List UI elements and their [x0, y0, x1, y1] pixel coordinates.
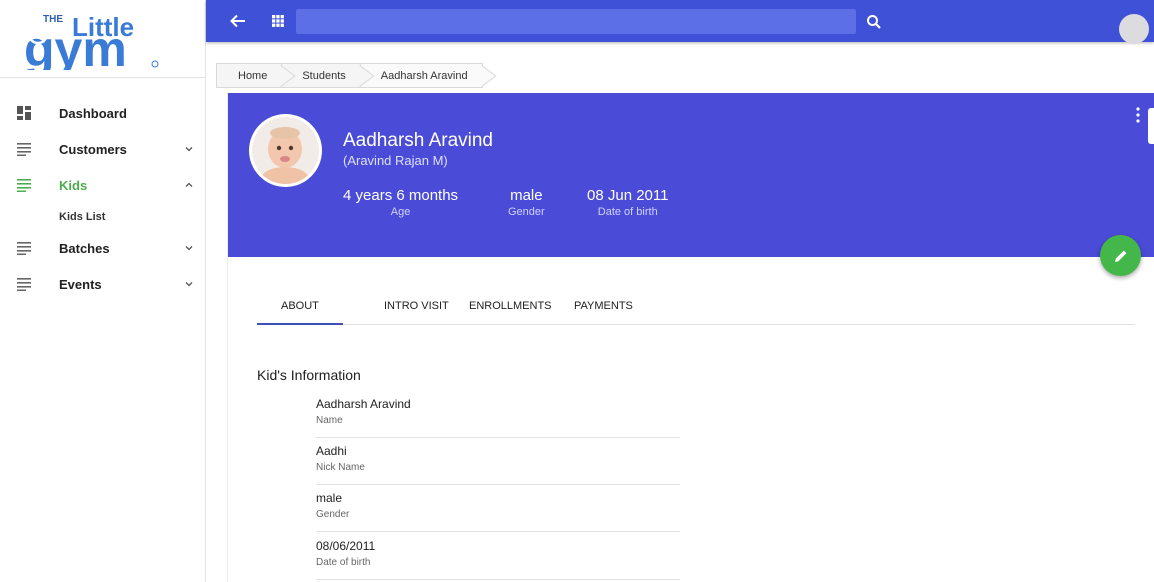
tab-about[interactable]: ABOUT	[257, 300, 343, 325]
svg-text:gym: gym	[24, 21, 127, 70]
sidebar-item-customers[interactable]: Customers	[0, 131, 205, 167]
dashboard-icon	[17, 106, 31, 120]
tab-intro-visit[interactable]: INTRO VISIT	[384, 300, 449, 324]
sidebar-item-label: Dashboard	[59, 105, 127, 121]
more-vert-icon[interactable]	[1136, 107, 1140, 123]
sidebar-divider	[0, 77, 205, 78]
profile-header: Aadharsh Aravind (Aravind Rajan M) 4 yea…	[228, 93, 1154, 257]
field-value: Aadhi	[316, 444, 347, 458]
content-panel: Aadharsh Aravind (Aravind Rajan M) 4 yea…	[227, 93, 1154, 582]
sidebar-item-batches[interactable]: Batches	[0, 230, 205, 266]
list-icon	[17, 143, 31, 156]
stat-value: 08 Jun 2011	[587, 187, 669, 204]
sidebar: THE Little gym Dashboard Customers Kids …	[0, 0, 206, 582]
back-arrow-icon[interactable]	[228, 11, 248, 31]
sidebar-item-dashboard[interactable]: Dashboard	[0, 95, 205, 131]
list-icon	[17, 179, 31, 192]
little-gym-logo[interactable]: THE Little gym	[16, 6, 166, 70]
info-row-dob: 08/06/2011 Date of birth	[316, 533, 680, 580]
info-row-nickname: Aadhi Nick Name	[316, 438, 680, 485]
edit-button[interactable]	[1100, 235, 1141, 276]
field-value: Aadharsh Aravind	[316, 397, 411, 411]
sidebar-item-label: Events	[59, 276, 102, 292]
chevron-up-icon	[185, 182, 193, 187]
tab-bar: ABOUT INTRO VISIT ENROLLMENTS PAYMENTS	[257, 300, 1135, 325]
field-label: Gender	[316, 509, 350, 520]
breadcrumb-home[interactable]: Home	[216, 63, 283, 88]
baby-photo	[252, 117, 319, 184]
info-row-name: Aadharsh Aravind Name	[316, 391, 680, 438]
kid-name: Aadharsh Aravind	[343, 130, 493, 151]
sidebar-item-kids[interactable]: Kids	[0, 167, 205, 203]
sidebar-item-label: Customers	[59, 141, 127, 157]
field-value: male	[316, 491, 343, 505]
sidebar-item-label: Kids	[59, 177, 88, 193]
breadcrumb-current: Aadharsh Aravind	[359, 63, 483, 88]
sidebar-item-events[interactable]: Events	[0, 266, 205, 302]
stat-label: Date of birth	[597, 206, 658, 218]
tab-payments[interactable]: PAYMENTS	[574, 300, 633, 324]
list-icon	[17, 242, 31, 255]
side-panel-toggle[interactable]	[1148, 108, 1154, 144]
stat-value: 4 years 6 months	[343, 187, 459, 204]
chevron-down-icon	[185, 147, 193, 152]
chevron-down-icon	[185, 246, 193, 251]
stat-age: 4 years 6 months Age	[343, 187, 458, 218]
field-label: Date of birth	[316, 557, 371, 568]
stat-label: Gender	[508, 206, 545, 218]
section-title: Kid's Information	[257, 367, 361, 383]
stat-dob: 08 Jun 2011 Date of birth	[587, 187, 668, 218]
field-label: Nick Name	[316, 462, 365, 473]
breadcrumb: Home Students Aadharsh Aravind	[216, 63, 483, 88]
search-icon[interactable]	[866, 14, 882, 30]
pencil-icon	[1114, 250, 1126, 262]
chevron-down-icon	[185, 282, 193, 287]
stat-value: male	[510, 187, 543, 204]
tab-enrollments[interactable]: ENROLLMENTS	[469, 300, 552, 324]
apps-grid-icon[interactable]	[272, 15, 284, 27]
sidebar-subitem-kids-list[interactable]: Kids List	[59, 211, 105, 223]
kid-avatar	[249, 114, 322, 187]
list-icon	[17, 278, 31, 291]
info-row-gender: male Gender	[316, 485, 680, 532]
user-avatar[interactable]	[1119, 14, 1149, 44]
field-label: Name	[316, 415, 343, 426]
stat-gender: male Gender	[508, 187, 545, 218]
stat-label: Age	[390, 206, 411, 218]
sidebar-item-label: Batches	[59, 240, 110, 256]
field-value: 08/06/2011	[316, 539, 376, 553]
parent-name: (Aravind Rajan M)	[343, 153, 448, 168]
top-app-bar	[206, 0, 1154, 44]
search-input[interactable]	[296, 9, 856, 34]
